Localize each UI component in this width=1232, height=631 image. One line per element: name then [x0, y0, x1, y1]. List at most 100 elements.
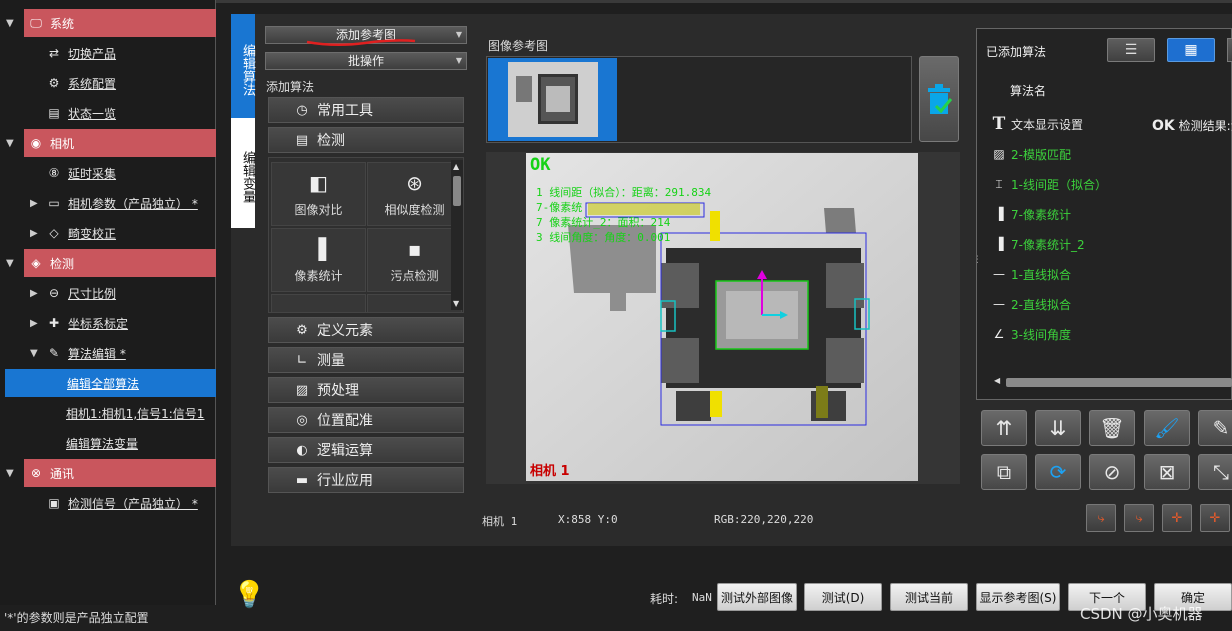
grid-view-button[interactable]: ▦: [1167, 38, 1215, 62]
move-down-button[interactable]: ⇊: [1035, 410, 1081, 446]
horizontal-scrollbar[interactable]: ◀: [994, 376, 1232, 388]
reference-thumbnail[interactable]: [488, 58, 617, 141]
disable-button[interactable]: ⊘: [1089, 454, 1135, 490]
algorithm-item[interactable]: ∠ 3-线间角度: [990, 322, 1071, 346]
category-clock[interactable]: ◷ 常用工具: [268, 97, 464, 123]
collapse-arrow-icon[interactable]: ▶: [30, 228, 38, 239]
algorithm-item[interactable]: ▨ 2-模版匹配: [990, 142, 1071, 166]
reference-image-label: 图像参考图: [488, 39, 549, 53]
tree-item[interactable]: ▤ 状态一览: [0, 99, 216, 127]
tool-image-compare[interactable]: ◧ 图像对比: [271, 162, 366, 226]
tree-item[interactable]: ▼ ⊗ 通讯: [6, 459, 216, 487]
category-inspect[interactable]: ▤ 检测: [268, 127, 464, 153]
expand-arrow-icon[interactable]: ▼: [6, 468, 14, 479]
line-icon: —: [993, 267, 1005, 281]
category-briefcase[interactable]: ▬ 行业应用: [268, 467, 464, 493]
collapse-arrow-icon[interactable]: ▶: [30, 318, 38, 329]
tab-edit-variables[interactable]: 编辑变量: [231, 118, 255, 228]
show-reference-button[interactable]: 显示参考图(S): [976, 583, 1060, 611]
move-up-icon: ⇈: [995, 416, 1013, 440]
algorithm-label: 2-直线拟合: [1011, 297, 1071, 312]
test-button[interactable]: 测试(D): [804, 583, 882, 611]
category-label: 常用工具: [317, 103, 373, 119]
toggle-icon: ◐: [296, 442, 308, 458]
category-gear[interactable]: ⚙ 定义元素: [268, 317, 464, 343]
splitter-handle[interactable]: ⋮: [973, 255, 982, 265]
tree-item[interactable]: ⚙ 系统配置: [0, 69, 216, 97]
test-current-button[interactable]: 测试当前: [890, 583, 968, 611]
delete-node-button[interactable]: ⤷: [1124, 504, 1154, 532]
add-point-button[interactable]: ✛: [1162, 504, 1192, 532]
category-image[interactable]: ▨ 预处理: [268, 377, 464, 403]
tree-item[interactable]: ▣ 检测信号（产品独立） *: [0, 489, 216, 517]
expand-arrow-icon[interactable]: ▼: [6, 18, 14, 29]
move-up-button[interactable]: ⇈: [981, 410, 1027, 446]
disable-icon: ⊘: [1103, 460, 1121, 484]
scroll-thumb-horizontal[interactable]: [1006, 378, 1232, 387]
collapse-arrow-icon[interactable]: ▶: [30, 198, 38, 209]
algorithm-item[interactable]: ⌶ 1-线间距（拟合）: [990, 172, 1107, 196]
tool-partial[interactable]: [367, 294, 462, 312]
category-measure[interactable]: ∟ 测量: [268, 347, 464, 373]
scroll-down-icon[interactable]: ▼: [453, 299, 459, 308]
test-external-image-button[interactable]: 测试外部图像: [717, 583, 797, 611]
tree-item-label: 相机参数（产品独立） *: [68, 196, 198, 211]
grid-scrollbar[interactable]: ▲ ▼: [451, 160, 463, 310]
copy-button[interactable]: ⧉: [981, 454, 1027, 490]
clear-button[interactable]: 🖌: [1144, 410, 1190, 446]
tree-item[interactable]: 编辑全部算法: [5, 369, 216, 397]
algorithm-item[interactable]: T 文本显示设置: [990, 112, 1083, 136]
trash-icon: 🗑: [1099, 416, 1125, 440]
expand-arrow-icon[interactable]: ▼: [6, 138, 14, 149]
collapse-arrow-icon[interactable]: ▶: [30, 288, 38, 299]
tree-item[interactable]: ▼ ◈ 检测: [6, 249, 216, 277]
remove-roi-button[interactable]: ⊠: [1144, 454, 1190, 490]
category-toggle[interactable]: ◐ 逻辑运算: [268, 437, 464, 463]
scroll-left-icon[interactable]: ◀: [994, 376, 1000, 385]
refresh-button[interactable]: ⟳: [1035, 454, 1081, 490]
delete-algorithm-button[interactable]: 🗑: [1089, 410, 1135, 446]
tool-grid: ◧ 图像对比 ⊛ 相似度检测 ▐ 像素统计 ▪ 污点检测: [268, 157, 464, 313]
delete-point-button[interactable]: ✛: [1200, 504, 1230, 532]
move-down-icon: ⇊: [1049, 416, 1067, 440]
tab-edit-algorithm[interactable]: 编辑算法: [231, 14, 255, 118]
tree-item[interactable]: ⑧ 延时采集: [0, 159, 216, 187]
scroll-thumb[interactable]: [453, 176, 461, 206]
algorithm-item[interactable]: ▐ 7-像素统计_2: [990, 232, 1084, 256]
tree-item[interactable]: 相机1:相机1,信号1:信号1: [0, 399, 216, 427]
algorithm-item[interactable]: ▐ 7-像素统计: [990, 202, 1071, 226]
delete-reference-button[interactable]: [919, 56, 959, 142]
tool-partial[interactable]: [271, 294, 366, 312]
tree-item[interactable]: ▼ 🖵 系统: [6, 9, 216, 37]
gear-icon: ⚙: [296, 322, 308, 338]
tree-item[interactable]: ▶ ◇ 畸变校正: [0, 219, 216, 247]
tool-similarity[interactable]: ⊛ 相似度检测: [367, 162, 462, 226]
crosshair-add-icon: ✛: [1171, 510, 1183, 526]
network-icon: ⊗: [30, 466, 42, 480]
scroll-up-icon[interactable]: ▲: [453, 162, 459, 171]
more-view-button[interactable]: [1227, 38, 1232, 62]
category-label: 逻辑运算: [317, 443, 373, 459]
tree-item[interactable]: 编辑算法变量: [0, 429, 216, 457]
tree-item-label: 算法编辑 *: [68, 346, 126, 361]
algorithm-item[interactable]: — 2-直线拟合: [990, 292, 1071, 316]
algorithm-item[interactable]: — 1-直线拟合: [990, 262, 1071, 286]
tree-item[interactable]: ▶ ▭ 相机参数（产品独立） *: [0, 189, 216, 217]
tree-item[interactable]: ▼ ◉ 相机: [6, 129, 216, 157]
edit-button[interactable]: ✎: [1198, 410, 1232, 446]
tool-stain[interactable]: ▪ 污点检测: [367, 228, 462, 292]
add-node-button[interactable]: ⤷: [1086, 504, 1116, 532]
measure-icon: ∟: [296, 352, 308, 368]
tree-item[interactable]: ▼ ✎ 算法编辑 *: [0, 339, 216, 367]
batch-operation-button[interactable]: 批操作 ▼: [265, 52, 467, 70]
resize-roi-button[interactable]: ⤡: [1198, 454, 1232, 490]
tree-item[interactable]: ▶ ⊖ 尺寸比例: [0, 279, 216, 307]
tool-bar-chart[interactable]: ▐ 像素统计: [271, 228, 366, 292]
expand-arrow-icon[interactable]: ▼: [30, 348, 38, 359]
expand-arrow-icon[interactable]: ▼: [6, 258, 14, 269]
tree-item[interactable]: ⇄ 切换产品: [0, 39, 216, 67]
tree-item[interactable]: ▶ ✚ 坐标系标定: [0, 309, 216, 337]
list-view-button[interactable]: ☰: [1107, 38, 1155, 62]
category-target[interactable]: ◎ 位置配准: [268, 407, 464, 433]
ok-result-icon: OK: [1152, 118, 1175, 134]
